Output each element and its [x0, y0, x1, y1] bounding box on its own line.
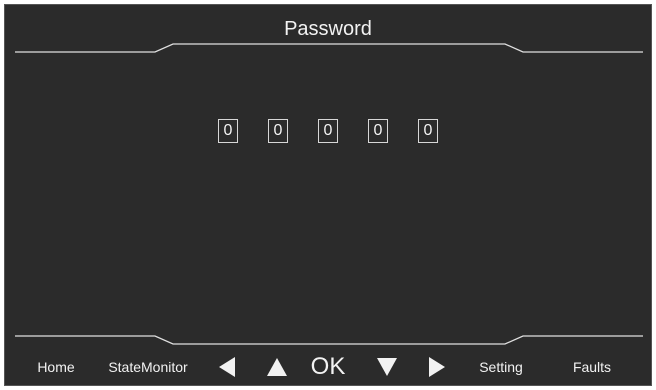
password-digit-3[interactable]: 0	[318, 119, 338, 143]
hmi-screen: Password 0 0 0 0 0 Home StateMonitor OK …	[4, 4, 652, 386]
frame-lines	[15, 43, 643, 345]
left-arrow-button[interactable]	[211, 347, 243, 387]
ok-button[interactable]: OK	[303, 347, 353, 387]
triangle-left-icon	[219, 357, 235, 377]
down-arrow-button[interactable]	[371, 347, 403, 387]
password-digit-2[interactable]: 0	[268, 119, 288, 143]
setting-button[interactable]: Setting	[465, 347, 537, 387]
footer-bar: Home StateMonitor OK Setting Faults	[5, 347, 651, 387]
home-button[interactable]: Home	[25, 347, 87, 387]
triangle-up-icon	[267, 358, 287, 376]
password-digit-1[interactable]: 0	[218, 119, 238, 143]
faults-button[interactable]: Faults	[559, 347, 625, 387]
up-arrow-button[interactable]	[261, 347, 293, 387]
page-title: Password	[284, 18, 372, 40]
password-digits: 0 0 0 0 0	[5, 119, 651, 143]
right-arrow-button[interactable]	[421, 347, 453, 387]
triangle-down-icon	[377, 358, 397, 376]
password-digit-4[interactable]: 0	[368, 119, 388, 143]
password-digit-5[interactable]: 0	[418, 119, 438, 143]
triangle-right-icon	[429, 357, 445, 377]
state-monitor-button[interactable]: StateMonitor	[97, 347, 199, 387]
